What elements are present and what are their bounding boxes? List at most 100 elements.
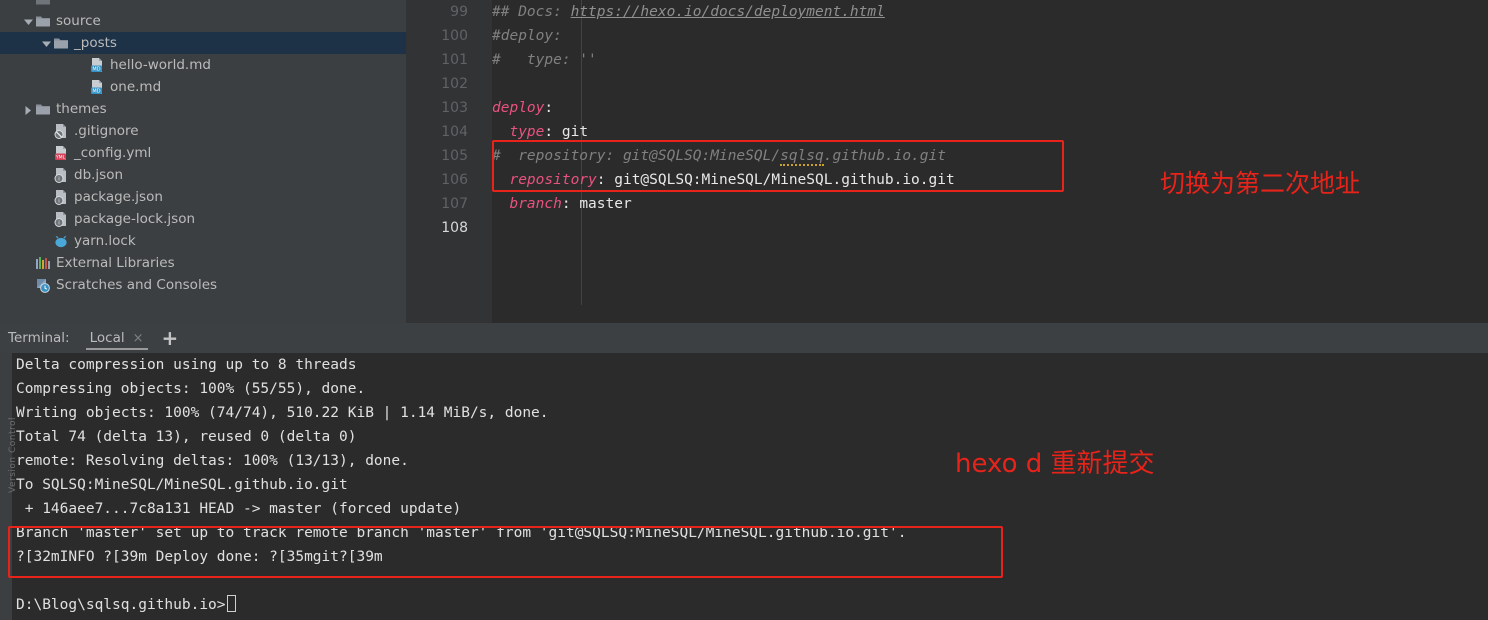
tree-item-themes[interactable]: themes — [0, 98, 406, 120]
ide-window: source _posts MD hello-world.md MD one.md them… — [0, 0, 1488, 620]
svg-text:MD: MD — [92, 67, 100, 73]
code-line-104[interactable]: type: git — [492, 120, 588, 144]
tree-item-package-json[interactable]: i package.json — [0, 186, 406, 208]
code-line-105[interactable]: # repository: git@SQLSQ:MineSQL/sqlsq.gi… — [492, 144, 946, 168]
code-text-area[interactable]: ## Docs: https://hexo.io/docs/deployment… — [492, 0, 1488, 323]
tree-item-label: one.md — [110, 79, 162, 95]
tree-item-label: .gitignore — [74, 123, 139, 139]
svg-text:i: i — [58, 221, 60, 227]
tree-item-label: External Libraries — [56, 255, 175, 271]
gitignore-file-icon — [53, 123, 71, 139]
tree-item-one-md[interactable]: MD one.md — [0, 76, 406, 98]
line-number-103: 103 — [441, 100, 468, 116]
markdown-file-icon: MD — [89, 57, 107, 73]
tree-item-label: source — [56, 13, 101, 29]
code-line-99[interactable]: ## Docs: https://hexo.io/docs/deployment… — [492, 0, 885, 24]
tree-item-gitignore[interactable]: .gitignore — [0, 120, 406, 142]
tree-item-label: db.json — [74, 167, 124, 183]
folder-icon — [35, 101, 53, 117]
line-number-101: 101 — [441, 52, 468, 68]
tree-item-posts[interactable]: _posts — [0, 32, 406, 54]
terminal-line-7: Branch 'master' set up to track remote b… — [16, 525, 907, 541]
tree-item-label: Scratches and Consoles — [56, 277, 218, 293]
line-number-106: 106 — [441, 172, 468, 188]
tree-item-label: _posts — [74, 35, 117, 51]
code-span-val: : — [544, 124, 562, 140]
terminal-line-10: D:\Blog\sqlsq.github.io> — [16, 593, 236, 617]
tree-item-yarn-lock[interactable]: yarn.lock — [0, 230, 406, 252]
svg-text:MD: MD — [92, 89, 100, 95]
terminal-line-0: Delta compression using up to 8 threads — [16, 357, 357, 373]
tree-item-db-json[interactable]: i db.json — [0, 164, 406, 186]
line-number-102: 102 — [441, 76, 468, 92]
tree-item-source[interactable]: source — [0, 10, 406, 32]
code-span-val: master — [579, 196, 632, 212]
active-tab-underline — [85, 348, 148, 350]
code-span-val: : — [544, 100, 554, 116]
tree-item-partial[interactable] — [0, 0, 406, 10]
code-span-comment: .github.io.git — [823, 148, 946, 164]
yarn-file-icon — [53, 233, 71, 249]
chevron-down-icon[interactable] — [40, 37, 53, 50]
terminal-cursor — [226, 595, 236, 612]
add-terminal-tab-button[interactable]: + — [162, 323, 179, 353]
terminal-line-1: Compressing objects: 100% (55/55), done. — [16, 381, 366, 397]
editor-fold-strip[interactable]: - — [478, 0, 561, 323]
code-span-val: : — [561, 196, 580, 212]
folder-icon — [53, 35, 71, 51]
code-span-comment: # type: '' — [492, 52, 597, 68]
terminal-output[interactable]: Delta compression using up to 8 threads C… — [12, 353, 1488, 620]
line-number-107: 107 — [441, 196, 468, 212]
chevron-down-icon[interactable] — [22, 15, 35, 28]
terminal-tab-local[interactable]: Local × — [85, 323, 148, 353]
terminal-line-4: remote: Resolving deltas: 100% (13/13), … — [16, 453, 409, 469]
tree-item-scratches-and-consoles[interactable]: Scratches and Consoles — [0, 274, 406, 296]
code-line-103[interactable]: deploy: — [492, 96, 553, 120]
terminal-line-3: Total 74 (delta 13), reused 0 (delta 0) — [16, 429, 357, 445]
external-libraries-icon — [35, 255, 53, 271]
project-tree-panel[interactable]: source _posts MD hello-world.md MD one.md them… — [0, 0, 406, 323]
tool-window-side-strip[interactable]: Version Control — [0, 353, 18, 620]
line-number-108: 108 — [441, 220, 468, 236]
tree-item-package-lock-json[interactable]: i package-lock.json — [0, 208, 406, 230]
tree-item-external-libraries[interactable]: External Libraries — [0, 252, 406, 274]
terminal-tab-bar[interactable]: Terminal: Local × + — [0, 323, 1488, 353]
line-number-105: 105 — [441, 148, 468, 164]
code-line-107[interactable]: branch: master — [492, 192, 632, 216]
line-number-104: 104 — [441, 124, 468, 140]
code-line-101[interactable]: # type: '' — [492, 48, 597, 72]
code-span-val: : — [596, 172, 615, 188]
editor-gutter[interactable]: 99 100 101 102 103 104 105 106 107 108 — [406, 0, 478, 323]
editor-annotation-text: 切换为第二次地址 — [1160, 169, 1361, 198]
tree-item-config-yml[interactable]: YML _config.yml — [0, 142, 406, 164]
chevron-right-icon[interactable] — [22, 103, 35, 116]
svg-text:i: i — [58, 177, 60, 183]
terminal-annotation-text: hexo d 重新提交 — [955, 449, 1155, 479]
line-number-99: 99 — [450, 4, 468, 20]
folder-icon — [35, 0, 53, 7]
close-icon[interactable]: × — [133, 331, 144, 346]
markdown-file-icon: MD — [89, 79, 107, 95]
terminal-panel[interactable]: Terminal: Local × + Version Control Delt… — [0, 323, 1488, 620]
json-file-icon: i — [53, 167, 71, 183]
code-line-106[interactable]: repository: git@SQLSQ:MineSQL/MineSQL.gi… — [492, 168, 954, 192]
code-editor[interactable]: 99 100 101 102 103 104 105 106 107 108 - ## Docs:… — [406, 0, 1488, 323]
tree-item-label: yarn.lock — [74, 233, 136, 249]
tree-item-hello-world-md[interactable]: MD hello-world.md — [0, 54, 406, 76]
tree-item-label: _config.yml — [74, 145, 152, 161]
terminal-line-6: + 146aee7...7c8a131 HEAD -> master (forc… — [16, 501, 462, 517]
code-line-100[interactable]: #deploy: — [492, 24, 562, 48]
terminal-tab-label: Local — [89, 330, 125, 346]
code-span-yamlkey: deploy — [492, 100, 545, 116]
code-span-yamlkey: type — [492, 124, 545, 140]
tree-item-label: package.json — [74, 189, 163, 205]
code-span-comment: ## Docs: — [492, 4, 571, 20]
